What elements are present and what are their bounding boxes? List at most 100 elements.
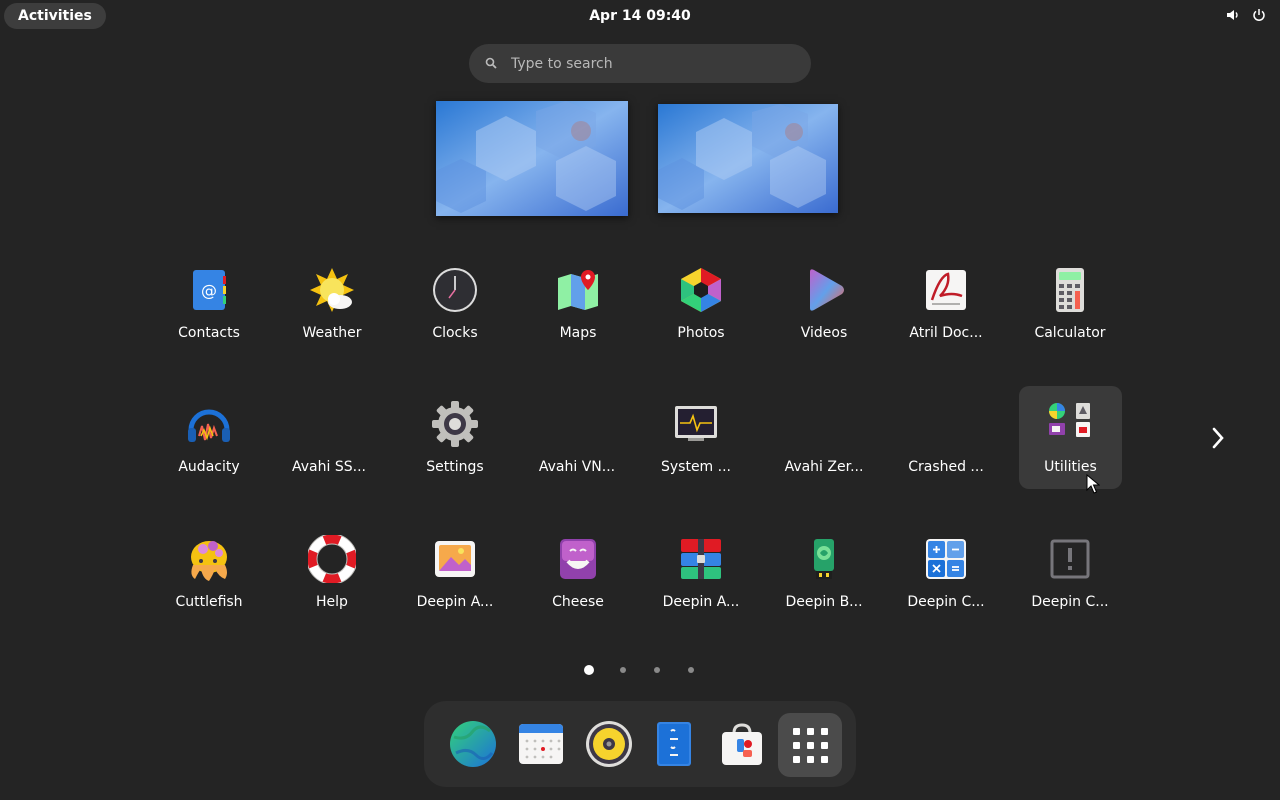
dock-calendar[interactable] <box>514 717 568 771</box>
dock-text-editor[interactable] <box>647 717 701 771</box>
system-monitor-icon <box>672 400 720 448</box>
cheese-icon <box>554 535 602 583</box>
weather-icon <box>308 266 356 314</box>
app-deepin-archive[interactable]: Deepin A... <box>641 525 761 625</box>
app-avahi-vnc[interactable]: Avahi VN... <box>517 390 637 490</box>
app-label: Audacity <box>178 459 240 475</box>
deepin-boot-maker-icon <box>800 535 848 583</box>
app-deepin-generic[interactable]: Deepin C... <box>1010 525 1130 625</box>
app-label: System ... <box>660 459 731 475</box>
app-label: Settings <box>426 459 484 475</box>
activities-button[interactable]: Activities <box>4 3 106 29</box>
app-system-monitor[interactable]: System ... <box>636 390 756 490</box>
search-input[interactable] <box>509 54 793 73</box>
cuttlefish-icon <box>185 535 233 583</box>
next-page-arrow[interactable] <box>1208 424 1228 452</box>
text-editor-icon <box>647 722 701 775</box>
app-label: Contacts <box>178 325 240 341</box>
mouse-cursor-icon <box>1086 473 1101 500</box>
deepin-archive-icon <box>677 535 725 583</box>
app-atril[interactable]: Atril Doc... <box>886 256 1006 356</box>
search-field[interactable] <box>469 44 811 83</box>
app-audacity[interactable]: Audacity <box>149 390 269 490</box>
audacity-icon <box>185 400 233 448</box>
deepin-calculator-icon <box>922 535 970 583</box>
app-avahi-ssh[interactable]: Avahi SS... <box>269 390 389 490</box>
app-cuttlefish[interactable]: Cuttlefish <box>149 525 269 625</box>
system-tray[interactable] <box>1226 8 1266 22</box>
app-label: Weather <box>302 325 362 341</box>
app-videos[interactable]: Videos <box>764 256 884 356</box>
settings-icon <box>431 400 479 448</box>
app-deepin-calculator[interactable]: Deepin C... <box>886 525 1006 625</box>
app-cheese[interactable]: Cheese <box>518 525 638 625</box>
app-label: Utilities <box>1044 459 1097 475</box>
app-maps[interactable]: Maps <box>518 256 638 356</box>
app-label: Avahi Zer... <box>784 459 864 475</box>
svg-text:@: @ <box>201 281 217 300</box>
help-icon <box>306 533 358 585</box>
dock-browser[interactable] <box>446 717 500 771</box>
avahi-zeroconf-icon <box>800 400 848 448</box>
crashed-icon <box>922 400 970 448</box>
power-icon[interactable] <box>1252 8 1266 22</box>
app-label: Deepin C... <box>1031 594 1109 610</box>
app-label: Deepin B... <box>785 594 863 610</box>
app-settings[interactable]: Settings <box>395 390 515 490</box>
atril-icon <box>922 266 970 314</box>
app-label: Calculator <box>1034 325 1106 341</box>
app-label: Videos <box>800 325 848 341</box>
app-deepin-boot-maker[interactable]: Deepin B... <box>764 525 884 625</box>
app-crashed-reports[interactable]: Crashed ... <box>886 390 1006 490</box>
app-label: Photos <box>677 325 725 341</box>
workspace-thumbnail-1[interactable] <box>436 101 628 216</box>
deepin-generic-icon <box>1046 535 1094 583</box>
app-clocks[interactable]: Clocks <box>395 256 515 356</box>
app-help[interactable]: Help <box>272 525 392 625</box>
app-contacts[interactable]: @ Contacts <box>149 256 269 356</box>
show-apps-button[interactable] <box>778 713 842 777</box>
app-label: Cheese <box>552 594 604 610</box>
page-dot-3[interactable] <box>654 667 660 673</box>
page-dot-1[interactable] <box>584 665 594 675</box>
rhythmbox-icon <box>582 721 636 775</box>
search-icon <box>485 54 497 73</box>
dock-software-store[interactable] <box>715 717 769 771</box>
workspace-thumbnail-2[interactable] <box>658 104 838 213</box>
app-calculator[interactable]: Calculator <box>1010 256 1130 356</box>
browser-icon <box>446 721 500 775</box>
app-label: Clocks <box>432 325 478 341</box>
app-deepin-album[interactable]: Deepin A... <box>395 525 515 625</box>
clock-display: Apr 14 09:40 <box>0 0 1280 32</box>
app-label: Deepin A... <box>662 594 740 610</box>
photos-icon <box>677 266 725 314</box>
app-avahi-zeroconf[interactable]: Avahi Zer... <box>764 390 884 490</box>
app-label: Deepin A... <box>416 594 494 610</box>
deepin-album-icon <box>431 535 479 583</box>
app-label: Deepin C... <box>907 594 985 610</box>
chevron-right-icon <box>1208 427 1228 456</box>
app-label: Maps <box>559 325 597 341</box>
contacts-icon: @ <box>185 266 233 314</box>
app-label: Avahi SS... <box>292 459 366 475</box>
app-weather[interactable]: Weather <box>272 256 392 356</box>
utilities-folder[interactable]: Utilities <box>1019 386 1122 489</box>
avahi-vnc-icon <box>553 400 601 448</box>
dock-rhythmbox[interactable] <box>582 717 636 771</box>
app-label: Atril Doc... <box>909 325 983 341</box>
maps-icon <box>554 266 602 314</box>
calculator-icon <box>1046 266 1094 314</box>
page-dot-2[interactable] <box>620 667 626 673</box>
page-dot-4[interactable] <box>688 667 694 673</box>
app-label: Avahi VN... <box>538 459 616 475</box>
app-photos[interactable]: Photos <box>641 256 761 356</box>
datetime-label[interactable]: Apr 14 09:40 <box>589 8 691 24</box>
calendar-icon <box>514 724 568 775</box>
app-label: Crashed ... <box>908 459 984 475</box>
app-label: Cuttlefish <box>175 594 243 610</box>
avahi-ssh-icon <box>305 400 353 448</box>
utilities-folder-icon <box>1046 400 1094 448</box>
software-store-icon <box>715 723 769 775</box>
volume-icon[interactable] <box>1226 8 1240 22</box>
clocks-icon <box>431 266 479 314</box>
